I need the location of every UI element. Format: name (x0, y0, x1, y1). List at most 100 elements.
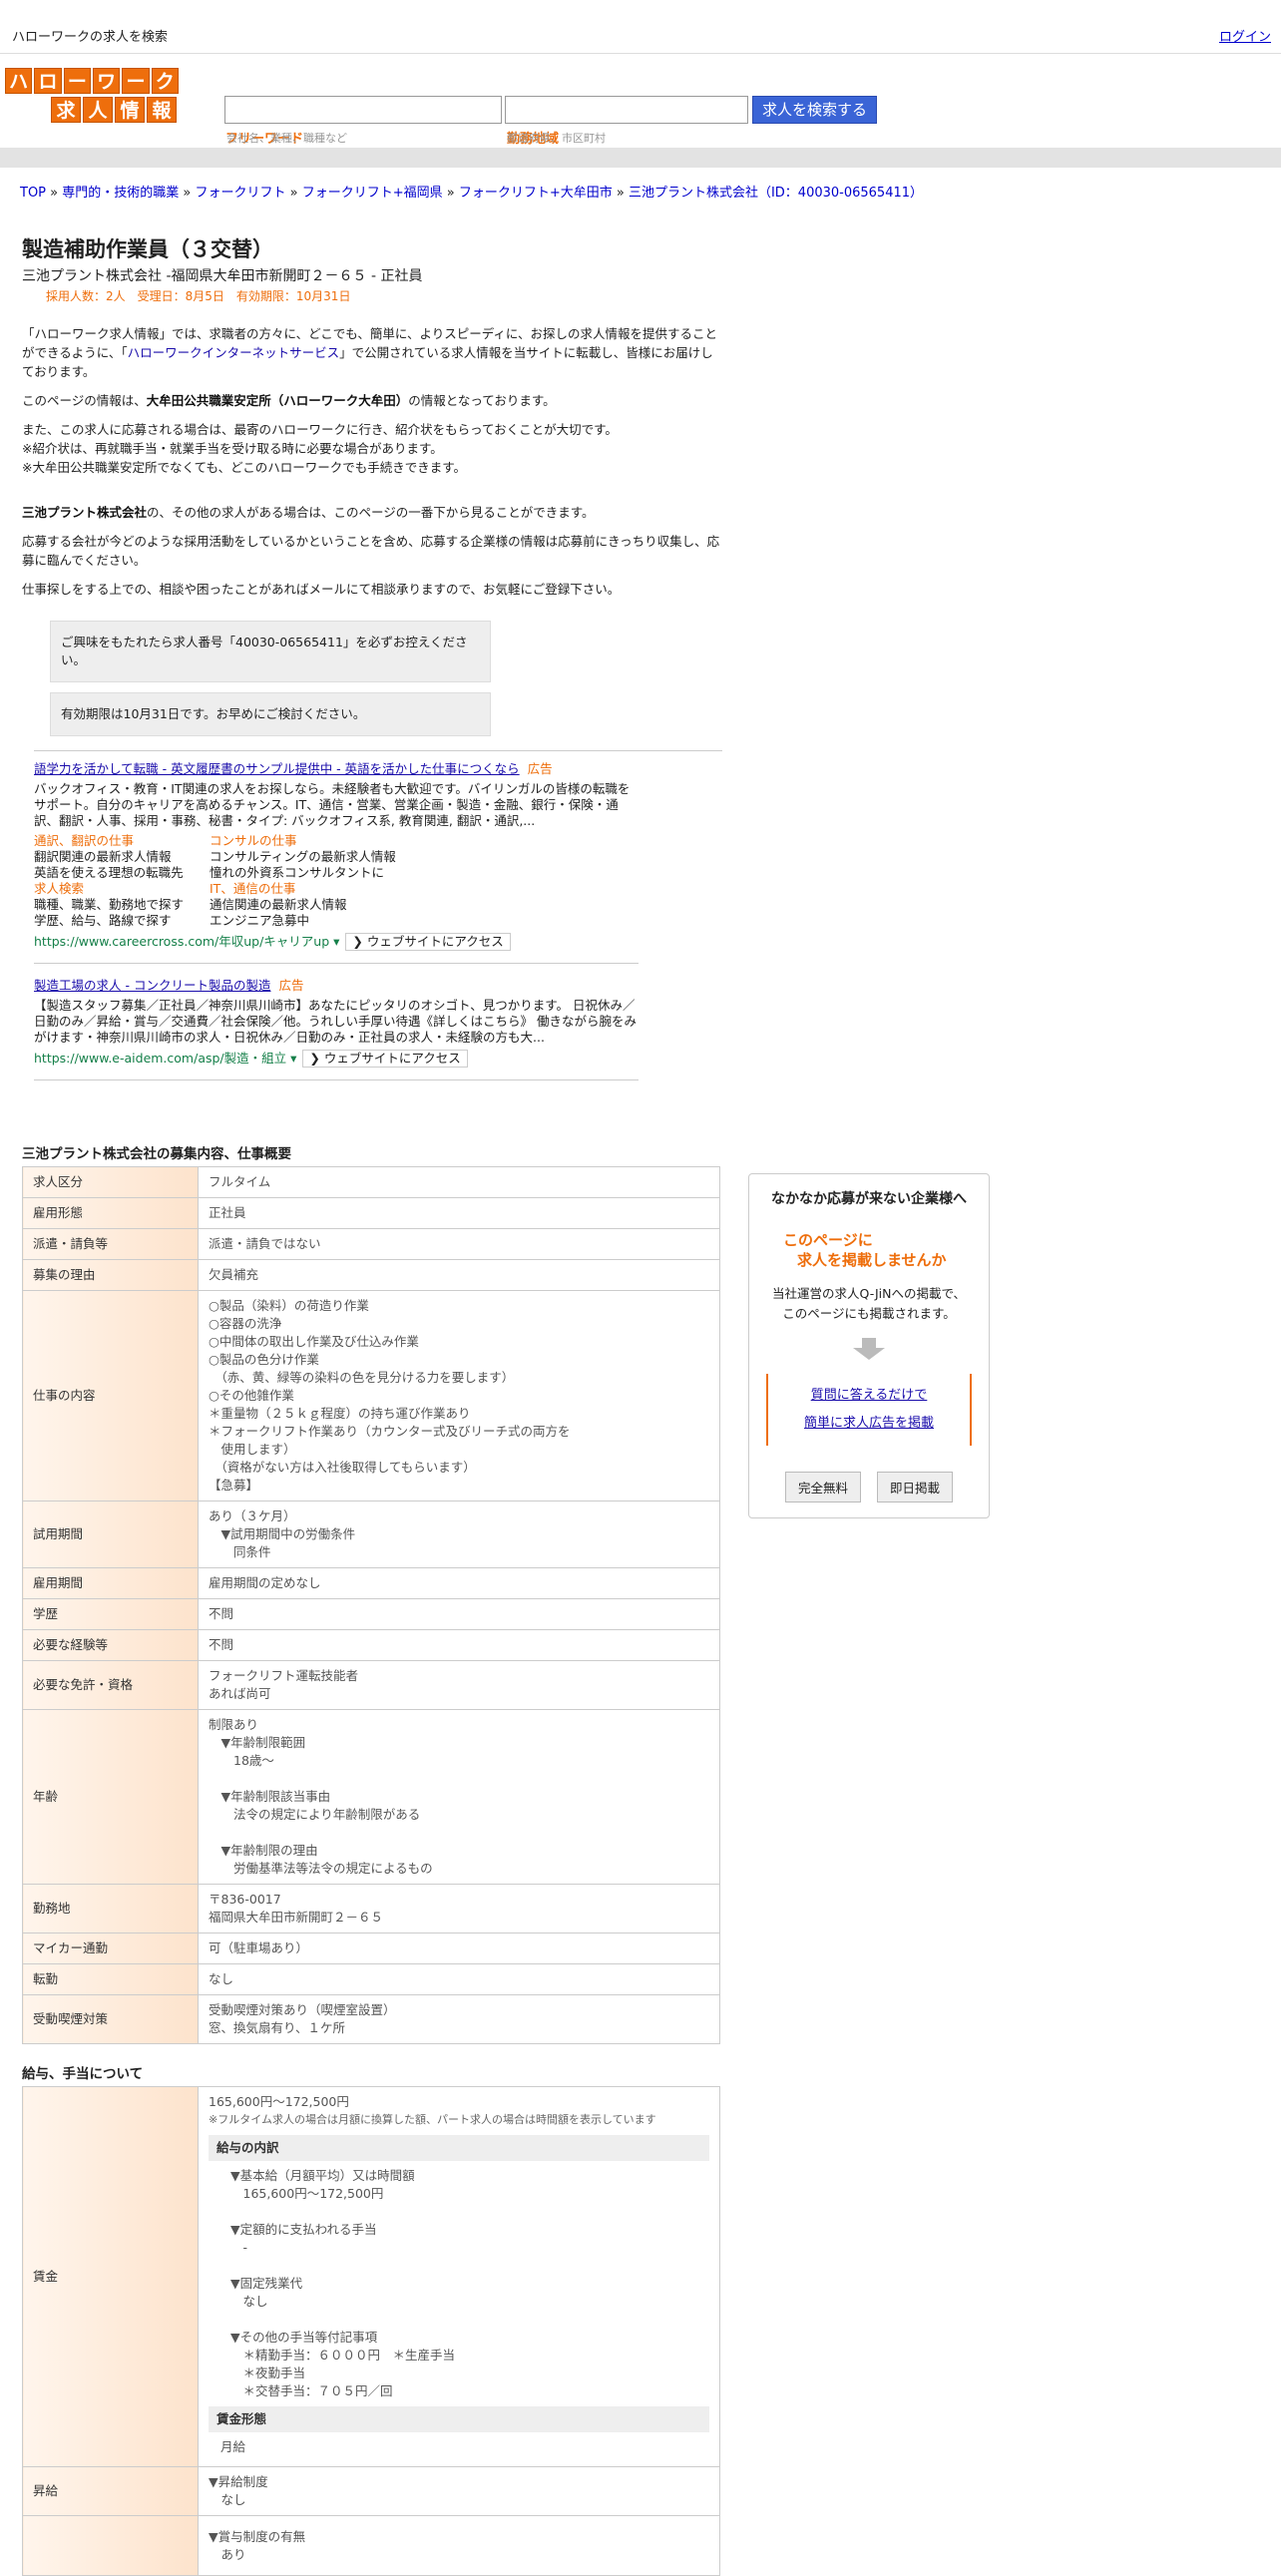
ad-url-text[interactable]: https://www.careercross.com/年収up/キャリアup … (34, 934, 339, 949)
keyword-hint: 会社名、業種、職種など (226, 132, 347, 145)
bonus-label (22, 2515, 199, 2576)
logo-char: ワ (92, 68, 121, 94)
wage-form-value: 月給 (220, 2439, 246, 2454)
search-button[interactable]: 求人を検索する (752, 96, 877, 124)
value-line: 制限あり (209, 1717, 259, 1732)
logo-char: ク (151, 68, 179, 94)
employer-promo-box: なかなか応募が来ない企業様へ このページに 求人を掲載しませんか 当社運営の求人… (748, 1173, 990, 1518)
promo-links: 質問に答えるだけで 簡単に求人広告を掲載 (766, 1374, 972, 1446)
breakdown-heading: 給与の内訳 (209, 2135, 709, 2161)
row-label: マイカー通勤 (22, 1932, 199, 1964)
ad-sitelink[interactable]: 求人検索 職種、職業、勤務地で探す 学歴、給与、路線で探す (34, 881, 210, 929)
value-line: ▼昇給制度 (209, 2474, 268, 2489)
value-line: （資格がない方は入社後取得してもらいます） (209, 1460, 476, 1475)
job-title: 製造補助作業員（３交替） (22, 237, 273, 261)
login-link[interactable]: ログイン (1219, 26, 1271, 45)
intro-paragraph-3: また、この求人に応募される場合は、最寄のハローワークに行き、紹介状をもらっておく… (22, 422, 618, 475)
sitelink-heading: IT、通信の仕事 (210, 881, 296, 896)
free-button[interactable]: 完全無料 (784, 1472, 861, 1503)
value-line: 受動喫煙対策あり（喫煙室設置） (209, 2002, 396, 2017)
row-value: フルタイム (198, 1166, 720, 1198)
wage-note: ※フルタイム求人の場合は月額に換算した額、パート求人の場合は時間額を表示していま… (209, 2113, 656, 2126)
breadcrumb-item[interactable]: 三池プラント株式会社（ID：40030-06565411） (629, 186, 923, 201)
row-value: あり（３ケ月） ▼試用期間中の労働条件 同条件 (198, 1501, 720, 1568)
value-line: ▼固定残業代 (230, 2276, 303, 2291)
intro-paragraph-2: このページの情報は、大牟田公共職業安定所（ハローワーク大牟田）の情報となっており… (22, 393, 556, 408)
value-line: 【急募】 (209, 1478, 259, 1493)
row-label: 試用期間 (22, 1501, 199, 1568)
area-input[interactable] (505, 96, 748, 124)
breadcrumb-item[interactable]: フォークリフト+福岡県 (302, 186, 443, 201)
logo-char: ー (122, 68, 150, 94)
site-logo[interactable]: ハローワーク求人情報 (5, 68, 179, 126)
area-hint: 都道府県、市区町村 (507, 132, 606, 145)
value-line: あり（３ケ月） (209, 1508, 296, 1523)
breadcrumb-item[interactable]: フォークリフト+大牟田市 (459, 186, 613, 201)
logo-row1: ハローワーク (5, 68, 179, 94)
breadcrumb-sep: » (612, 186, 629, 201)
hellowork-internet-link[interactable]: ハローワークインターネットサービス (128, 345, 340, 360)
breadcrumb-sep: » (179, 186, 196, 201)
logo-char: 報 (147, 97, 177, 123)
intro-paragraph-4: 三池プラント株式会社の、その他の求人がある場合は、このページの一番下から見ること… (22, 505, 595, 520)
breadcrumb-item[interactable]: TOP (20, 186, 46, 201)
salary-table: 賃金 165,600円〜172,500円 ※フルタイム求人の場合は月額に換算した… (22, 2086, 720, 2576)
value-line: 窓、換気扇有り、１ケ所 (209, 2020, 346, 2035)
wage-label: 賃金 (22, 2086, 199, 2467)
value-line: ＊フォークリフト作業あり（カウンター式及びリーチ式の両方を (209, 1424, 571, 1439)
value-line: フルタイム (209, 1174, 271, 1189)
arrow-down-icon-head (853, 1348, 885, 1360)
visit-website-button[interactable]: ❯ ウェブサイトにアクセス (302, 1050, 468, 1068)
intro-paragraph-6: 仕事探しをする上での、相談や困ったことがあればメールにて相談承りますので、お気軽… (22, 582, 621, 597)
table-row: 年齢 制限あり ▼年齢制限範囲 18歳〜 ▼年齢制限該当事由 法令の規定により年齢… (22, 1709, 720, 1885)
table-row: 受動喫煙対策 受動喫煙対策あり（喫煙室設置） 窓、換気扇有り、１ケ所 (22, 1994, 720, 2044)
arrow-down-icon (862, 1338, 876, 1348)
row-value: フォークリフト運転技能者 あれば尚可 (198, 1660, 720, 1710)
value-line: ○容器の洗浄 (209, 1316, 282, 1331)
row-label: 雇用期間 (22, 1567, 199, 1599)
table-row: 学歴 不問 (22, 1598, 720, 1630)
value-line: 雇用期間の定めなし (209, 1575, 321, 1590)
ad-title-link[interactable]: 語学力を活かして転職 - 英文履歴書のサンプル提供中 - 英語を活かした仕事につ… (34, 761, 520, 776)
value-line: なし (209, 2492, 246, 2507)
value-line: ＊重量物（２５ｋｇ程度）の持ち運び作業あり (209, 1406, 471, 1421)
logo-char: 求 (51, 97, 81, 123)
ad-url-text[interactable]: https://www.e-aidem.com/asp/製造・組立 ▾ (34, 1051, 296, 1066)
ad-sitelink[interactable]: IT、通信の仕事 通信関連の最新求人情報 エンジニア急募中 (210, 881, 449, 929)
ad-sitelink[interactable]: コンサルの仕事 コンサルティングの最新求人情報 憧れの外資系コンサルタントに (210, 833, 449, 881)
row-value: 不問 (198, 1629, 720, 1661)
value-line: 不問 (209, 1637, 234, 1652)
ad-description: 【製造スタッフ募集／正社員／神奈川県川崎市】あなたにピッタリのオシゴト、見つかり… (34, 998, 637, 1045)
table-row: 雇用期間 雇用期間の定めなし (22, 1567, 720, 1599)
row-label: 雇用形態 (22, 1197, 199, 1229)
breadcrumb-item[interactable]: 専門的・技術的職業 (62, 186, 179, 201)
row-label: 求人区分 (22, 1166, 199, 1198)
keyword-input[interactable] (224, 96, 502, 124)
table-row: マイカー通勤 可（駐車場あり） (22, 1932, 720, 1964)
promo-link-questions[interactable]: 質問に答えるだけで (811, 1388, 928, 1403)
promo-link-post-ad[interactable]: 簡単に求人広告を掲載 (804, 1416, 934, 1431)
ad-title-link[interactable]: 製造工場の求人 - コンクリート製品の製造 (34, 978, 270, 993)
breadcrumb-item[interactable]: フォークリフト (195, 186, 285, 201)
value-line: ＊交替手当：７０５円／回 (230, 2383, 393, 2398)
wage-range: 165,600円〜172,500円 (209, 2094, 349, 2109)
logo-row2: 求人情報 (5, 97, 179, 123)
row-value: 可（駐車場あり） (198, 1932, 720, 1964)
table-row: 仕事の内容 ○製品（染料）の荷造り作業 ○容器の洗浄 ○中間体の取出し作業及び仕込み作… (22, 1290, 720, 1502)
table-row: 必要な免許・資格 フォークリフト運転技能者 あれば尚可 (22, 1660, 720, 1710)
sitelink-line: 職種、職業、勤務地で探す (34, 897, 185, 912)
same-day-button[interactable]: 即日掲載 (877, 1472, 954, 1503)
value-line: ＊夜勤手当 (230, 2365, 306, 2380)
row-label: 必要な経験等 (22, 1629, 199, 1661)
wage-cell: 165,600円〜172,500円 ※フルタイム求人の場合は月額に換算した額、パ… (198, 2086, 720, 2467)
ad-title-row: 語学力を活かして転職 - 英文履歴書のサンプル提供中 - 英語を活かした仕事につ… (34, 761, 639, 777)
value-line: あれば尚可 (209, 1686, 271, 1701)
sitelink-line: 英語を使える理想の転職先 (34, 865, 184, 880)
row-value: 〒836-0017 福岡県大牟田市新開町２－６５ (198, 1884, 720, 1933)
logo-char: 人 (83, 97, 113, 123)
intro-paragraph-5: 応募する会社が今どのような採用活動をしているかということを含め、応募する企業様の… (22, 534, 720, 568)
value-line: ○中間体の取出し作業及び仕込み作業 (209, 1334, 419, 1349)
visit-website-button[interactable]: ❯ ウェブサイトにアクセス (345, 933, 511, 951)
value-line: 正社員 (209, 1205, 246, 1220)
ad-sitelink[interactable]: 通訳、翻訳の仕事 翻訳関連の最新求人情報 英語を使える理想の転職先 (34, 833, 210, 881)
